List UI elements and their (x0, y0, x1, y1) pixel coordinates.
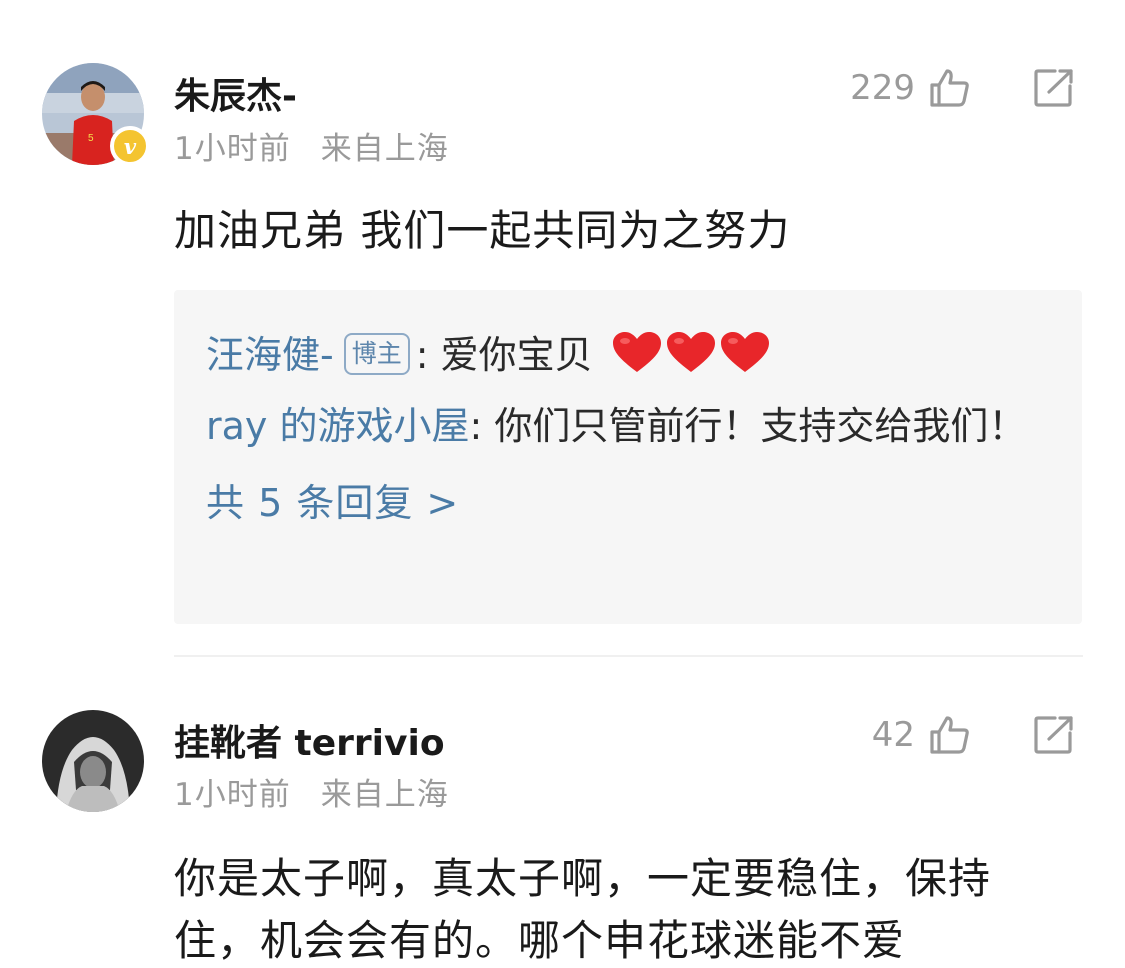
comment-list: 5 v 朱辰杰- 1小时前 来自上海 229 加油兄弟 我们一起共同为之努力 汪… (0, 0, 1125, 968)
hearts (611, 330, 771, 374)
share-icon[interactable] (1033, 68, 1075, 108)
username[interactable]: 挂靴者 terrivio (174, 714, 445, 766)
reply-text: 你们只管前行！支持交给我们！ (494, 404, 1027, 448)
comment-location: 来自上海 (320, 131, 449, 167)
comment-text: 加油兄弟 我们一起共同为之努力 (174, 206, 791, 255)
like-button[interactable]: 42 (872, 715, 971, 755)
heart-icon (612, 332, 661, 372)
share-icon[interactable] (1033, 715, 1075, 755)
svg-text:5: 5 (88, 133, 94, 144)
divider (174, 655, 1083, 657)
comment-location: 来自上海 (320, 777, 449, 813)
more-replies-link[interactable]: 共 5 条回复 > (206, 472, 1082, 527)
owner-badge: 博主 (343, 333, 410, 375)
heart-icon (666, 332, 715, 372)
like-button[interactable]: 229 (850, 68, 971, 108)
heart-icon (720, 332, 769, 372)
comment-meta: 1小时前 来自上海 (174, 769, 449, 814)
verified-badge-icon: v (110, 126, 150, 166)
avatar[interactable] (42, 710, 144, 812)
comment-text: 你是太子啊，真太子啊，一定要稳住，保持住，机会会有的。哪个申花球迷能不爱 (174, 854, 992, 965)
reply-separator: : (469, 404, 495, 448)
username[interactable]: 朱辰杰- (174, 67, 297, 119)
reply-text: 爱你宝贝 (440, 333, 593, 377)
comment-time: 1小时前 (174, 777, 291, 813)
comment-meta: 1小时前 来自上海 (174, 123, 449, 168)
reply-item: 汪海健- 博主: 爱你宝贝 (206, 320, 1082, 390)
like-count: 229 (850, 68, 915, 108)
reply-separator: : (415, 333, 441, 377)
reply-item: ray 的游戏小屋: 你们只管前行！支持交给我们！ (206, 392, 1082, 460)
reply-preview[interactable]: 汪海健- 博主: 爱你宝贝 ray 的游戏小屋: 你们只管前行！支持交给我们！ 共… (174, 290, 1082, 624)
reply-author[interactable]: 汪海健- (206, 333, 334, 377)
thumbs-up-icon[interactable] (929, 68, 971, 108)
comment-time: 1小时前 (174, 131, 291, 167)
reply-author[interactable]: ray 的游戏小屋 (206, 404, 469, 448)
thumbs-up-icon[interactable] (929, 715, 971, 755)
like-count: 42 (871, 715, 915, 755)
